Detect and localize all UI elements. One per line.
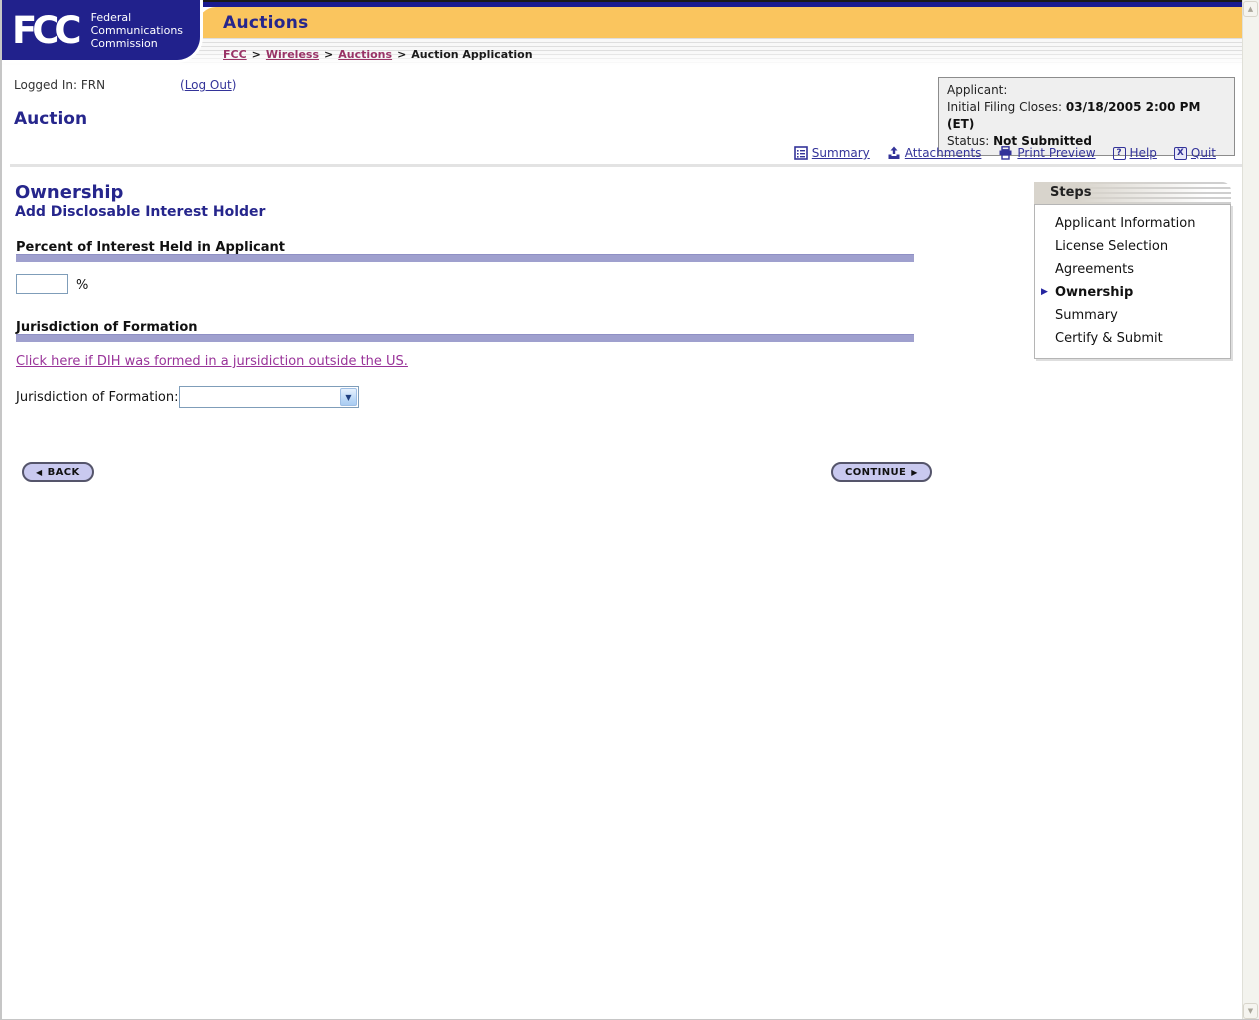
step-item-label: Ownership bbox=[1055, 285, 1134, 300]
app-title: Auctions bbox=[223, 13, 309, 33]
quit-link[interactable]: X Quit bbox=[1173, 146, 1216, 160]
print-preview-icon bbox=[998, 146, 1013, 160]
scrollbar-down-icon[interactable]: ▼ bbox=[1243, 1003, 1258, 1019]
scrollbar-up-icon[interactable]: ▲ bbox=[1243, 1, 1258, 17]
percent-heading: Percent of Interest Held in Applicant bbox=[16, 240, 285, 255]
back-button[interactable]: ◀ BACK bbox=[22, 462, 94, 482]
attachments-label: Attachments bbox=[904, 146, 982, 160]
percent-section-rule bbox=[16, 254, 914, 262]
section-title: Ownership bbox=[15, 182, 124, 203]
org-line: Federal bbox=[90, 10, 132, 24]
breadcrumb-separator: > bbox=[251, 48, 261, 61]
help-link[interactable]: ? Help bbox=[1112, 146, 1157, 160]
applicant-label: Applicant: bbox=[947, 83, 1008, 97]
chevron-down-icon[interactable]: ▼ bbox=[340, 388, 357, 406]
help-label: Help bbox=[1129, 146, 1157, 160]
breadcrumb-current: Auction Application bbox=[411, 48, 533, 61]
attachments-icon bbox=[887, 146, 901, 160]
filing-closes-row: Initial Filing Closes: 03/18/2005 2:00 P… bbox=[947, 99, 1226, 133]
gold-header-bar bbox=[198, 7, 1242, 38]
fcc-logo: FCC Federal Communications Commission bbox=[2, 0, 203, 63]
step-item-license-selection[interactable]: License Selection bbox=[1035, 235, 1230, 258]
filing-closes-label: Initial Filing Closes: bbox=[947, 100, 1063, 114]
quit-icon: X bbox=[1173, 146, 1187, 160]
step-item-ownership[interactable]: ▶ Ownership bbox=[1035, 281, 1230, 304]
continue-button[interactable]: CONTINUE ▶ bbox=[831, 462, 932, 482]
breadcrumb-separator: > bbox=[324, 48, 334, 61]
breadcrumb-link-auctions[interactable]: Auctions bbox=[338, 48, 392, 61]
page-title: Auction bbox=[14, 109, 88, 129]
logout-link[interactable]: Log Out bbox=[185, 78, 232, 92]
percent-input[interactable] bbox=[16, 274, 68, 294]
breadcrumb: FCC > Wireless > Auctions > Auction Applicatio… bbox=[223, 48, 533, 61]
org-line: Commission bbox=[90, 36, 158, 50]
breadcrumb-separator: > bbox=[397, 48, 407, 61]
jurisdiction-heading: Jurisdiction of Formation bbox=[16, 320, 198, 335]
step-item-summary[interactable]: Summary bbox=[1035, 304, 1230, 327]
header-divider bbox=[10, 164, 1243, 167]
logout-paren: ) bbox=[231, 78, 237, 92]
jurisdiction-field-label: Jurisdiction of Formation: bbox=[16, 390, 179, 405]
section-subtitle: Add Disclosable Interest Holder bbox=[15, 204, 266, 220]
continue-arrow-icon: ▶ bbox=[911, 467, 918, 477]
percent-sign: % bbox=[76, 278, 89, 293]
steps-panel: Steps Applicant Information License Sele… bbox=[1034, 182, 1231, 359]
fcc-org-name: Federal Communications Commission bbox=[91, 11, 183, 50]
steps-list: Applicant Information License Selection … bbox=[1034, 204, 1231, 359]
toolbar: Summary Attachments Print Preview ? Help… bbox=[793, 146, 1216, 160]
step-item-applicant-information[interactable]: Applicant Information bbox=[1035, 212, 1230, 235]
step-item-agreements[interactable]: Agreements bbox=[1035, 258, 1230, 281]
jurisdiction-section-rule bbox=[16, 334, 914, 342]
applicant-info-box: Applicant: Initial Filing Closes: 03/18/… bbox=[938, 77, 1235, 156]
summary-link[interactable]: Summary bbox=[793, 146, 870, 160]
jurisdiction-select[interactable]: ▼ bbox=[179, 386, 359, 408]
logout-wrap: (Log Out) bbox=[180, 78, 236, 92]
print-preview-label: Print Preview bbox=[1017, 146, 1096, 160]
fcc-logo-glyph: FCC bbox=[12, 8, 82, 52]
quit-label: Quit bbox=[1190, 146, 1216, 160]
continue-button-label: CONTINUE bbox=[845, 466, 907, 478]
attachments-link[interactable]: Attachments bbox=[887, 146, 982, 160]
step-item-certify-submit[interactable]: Certify & Submit bbox=[1035, 327, 1230, 350]
active-step-arrow-icon: ▶ bbox=[1041, 287, 1048, 297]
outside-us-jurisdiction-link[interactable]: Click here if DIH was formed in a jursid… bbox=[16, 354, 408, 369]
back-arrow-icon: ◀ bbox=[36, 467, 43, 477]
org-line: Communications bbox=[90, 23, 184, 37]
back-button-label: BACK bbox=[47, 466, 80, 478]
logged-in-status: Logged In: FRN bbox=[14, 78, 106, 92]
print-preview-link[interactable]: Print Preview bbox=[998, 146, 1096, 160]
summary-icon bbox=[793, 146, 808, 160]
breadcrumb-link-wireless[interactable]: Wireless bbox=[266, 48, 319, 61]
breadcrumb-link-fcc[interactable]: FCC bbox=[223, 48, 247, 61]
vertical-scrollbar[interactable]: ▲ ▼ bbox=[1242, 0, 1259, 1019]
auction-application-page: Auctions FCC > Wireless > Auctions > Auction A… bbox=[0, 0, 1259, 1020]
summary-label: Summary bbox=[811, 146, 870, 160]
help-icon: ? bbox=[1112, 146, 1126, 160]
steps-title: Steps bbox=[1034, 182, 1231, 204]
